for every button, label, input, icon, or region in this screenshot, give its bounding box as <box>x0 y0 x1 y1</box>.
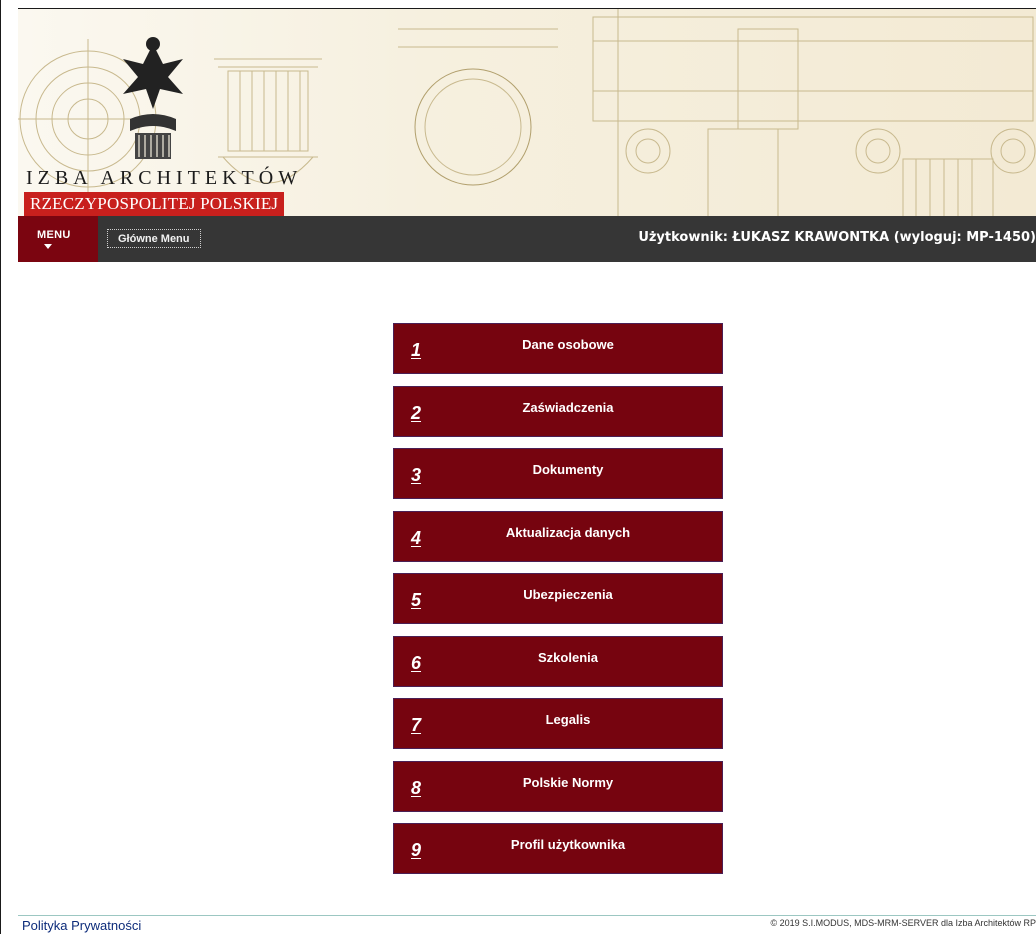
menu-item-dokumenty[interactable]: 3 Dokumenty <box>393 448 723 499</box>
menu-item-zaswiadczenia[interactable]: 2 Zaświadczenia <box>393 385 723 437</box>
menu-item-label: Polskie Normy <box>522 774 614 790</box>
menu-item-szkolenia[interactable]: 6 Szkolenia <box>393 635 723 687</box>
main-menu-button[interactable]: Główne Menu <box>107 229 201 248</box>
menu-button[interactable]: MENU <box>18 216 98 262</box>
header-banner: IZBA ARCHITEKTÓW RZECZYPOSPOLITEJ POLSKI… <box>18 8 1036 217</box>
menu-item-label: Dokumenty <box>532 462 604 477</box>
menu-item-label: Ubezpieczenia <box>523 587 613 602</box>
menu-item-label: Szkolenia <box>538 649 598 665</box>
menu-item-label: Aktualizacja danych <box>505 524 631 540</box>
menu-button-label: MENU <box>37 229 71 241</box>
menu-item-label: Zaświadczenia <box>522 399 614 415</box>
menu-item-ubezpieczenia[interactable]: 5 Ubezpieczenia <box>393 573 723 624</box>
logo-title: IZBA ARCHITEKTÓW <box>26 167 303 189</box>
top-navbar: MENU Główne Menu Użytkownik: ŁUKASZ KRAW… <box>18 216 1036 262</box>
privacy-policy-link[interactable]: Polityka Prywatności <box>22 918 141 933</box>
eagle-emblem-icon <box>123 37 183 159</box>
user-info[interactable]: Użytkownik: ŁUKASZ KRAWONTKA (wyloguj: M… <box>638 230 1036 245</box>
menu-item-label: Profil użytkownika <box>510 837 626 852</box>
menu-item-profil-uzytkownika[interactable]: 9 Profil użytkownika <box>393 823 723 874</box>
logo-subtitle: RZECZYPOSPOLITEJ POLSKIEJ <box>24 192 285 216</box>
menu-item-aktualizacja-danych[interactable]: 4 Aktualizacja danych <box>393 510 723 562</box>
menu-item-label: Legalis <box>545 712 591 727</box>
footer-divider <box>18 915 1036 916</box>
menu-item-polskie-normy[interactable]: 8 Polskie Normy <box>393 760 723 812</box>
menu-item-legalis[interactable]: 7 Legalis <box>393 698 723 749</box>
copyright-text: © 2019 S.I.MODUS, MDS-MRM-SERVER dla Izb… <box>770 918 1036 928</box>
menu-item-dane-osobowe[interactable]: 1 Dane osobowe <box>393 323 723 374</box>
main-menu-list: 1 Dane osobowe 2 Zaświadczenia 3 Dokumen… <box>393 323 723 886</box>
menu-item-label: Dane osobowe <box>522 337 614 352</box>
chevron-down-icon <box>44 244 52 249</box>
